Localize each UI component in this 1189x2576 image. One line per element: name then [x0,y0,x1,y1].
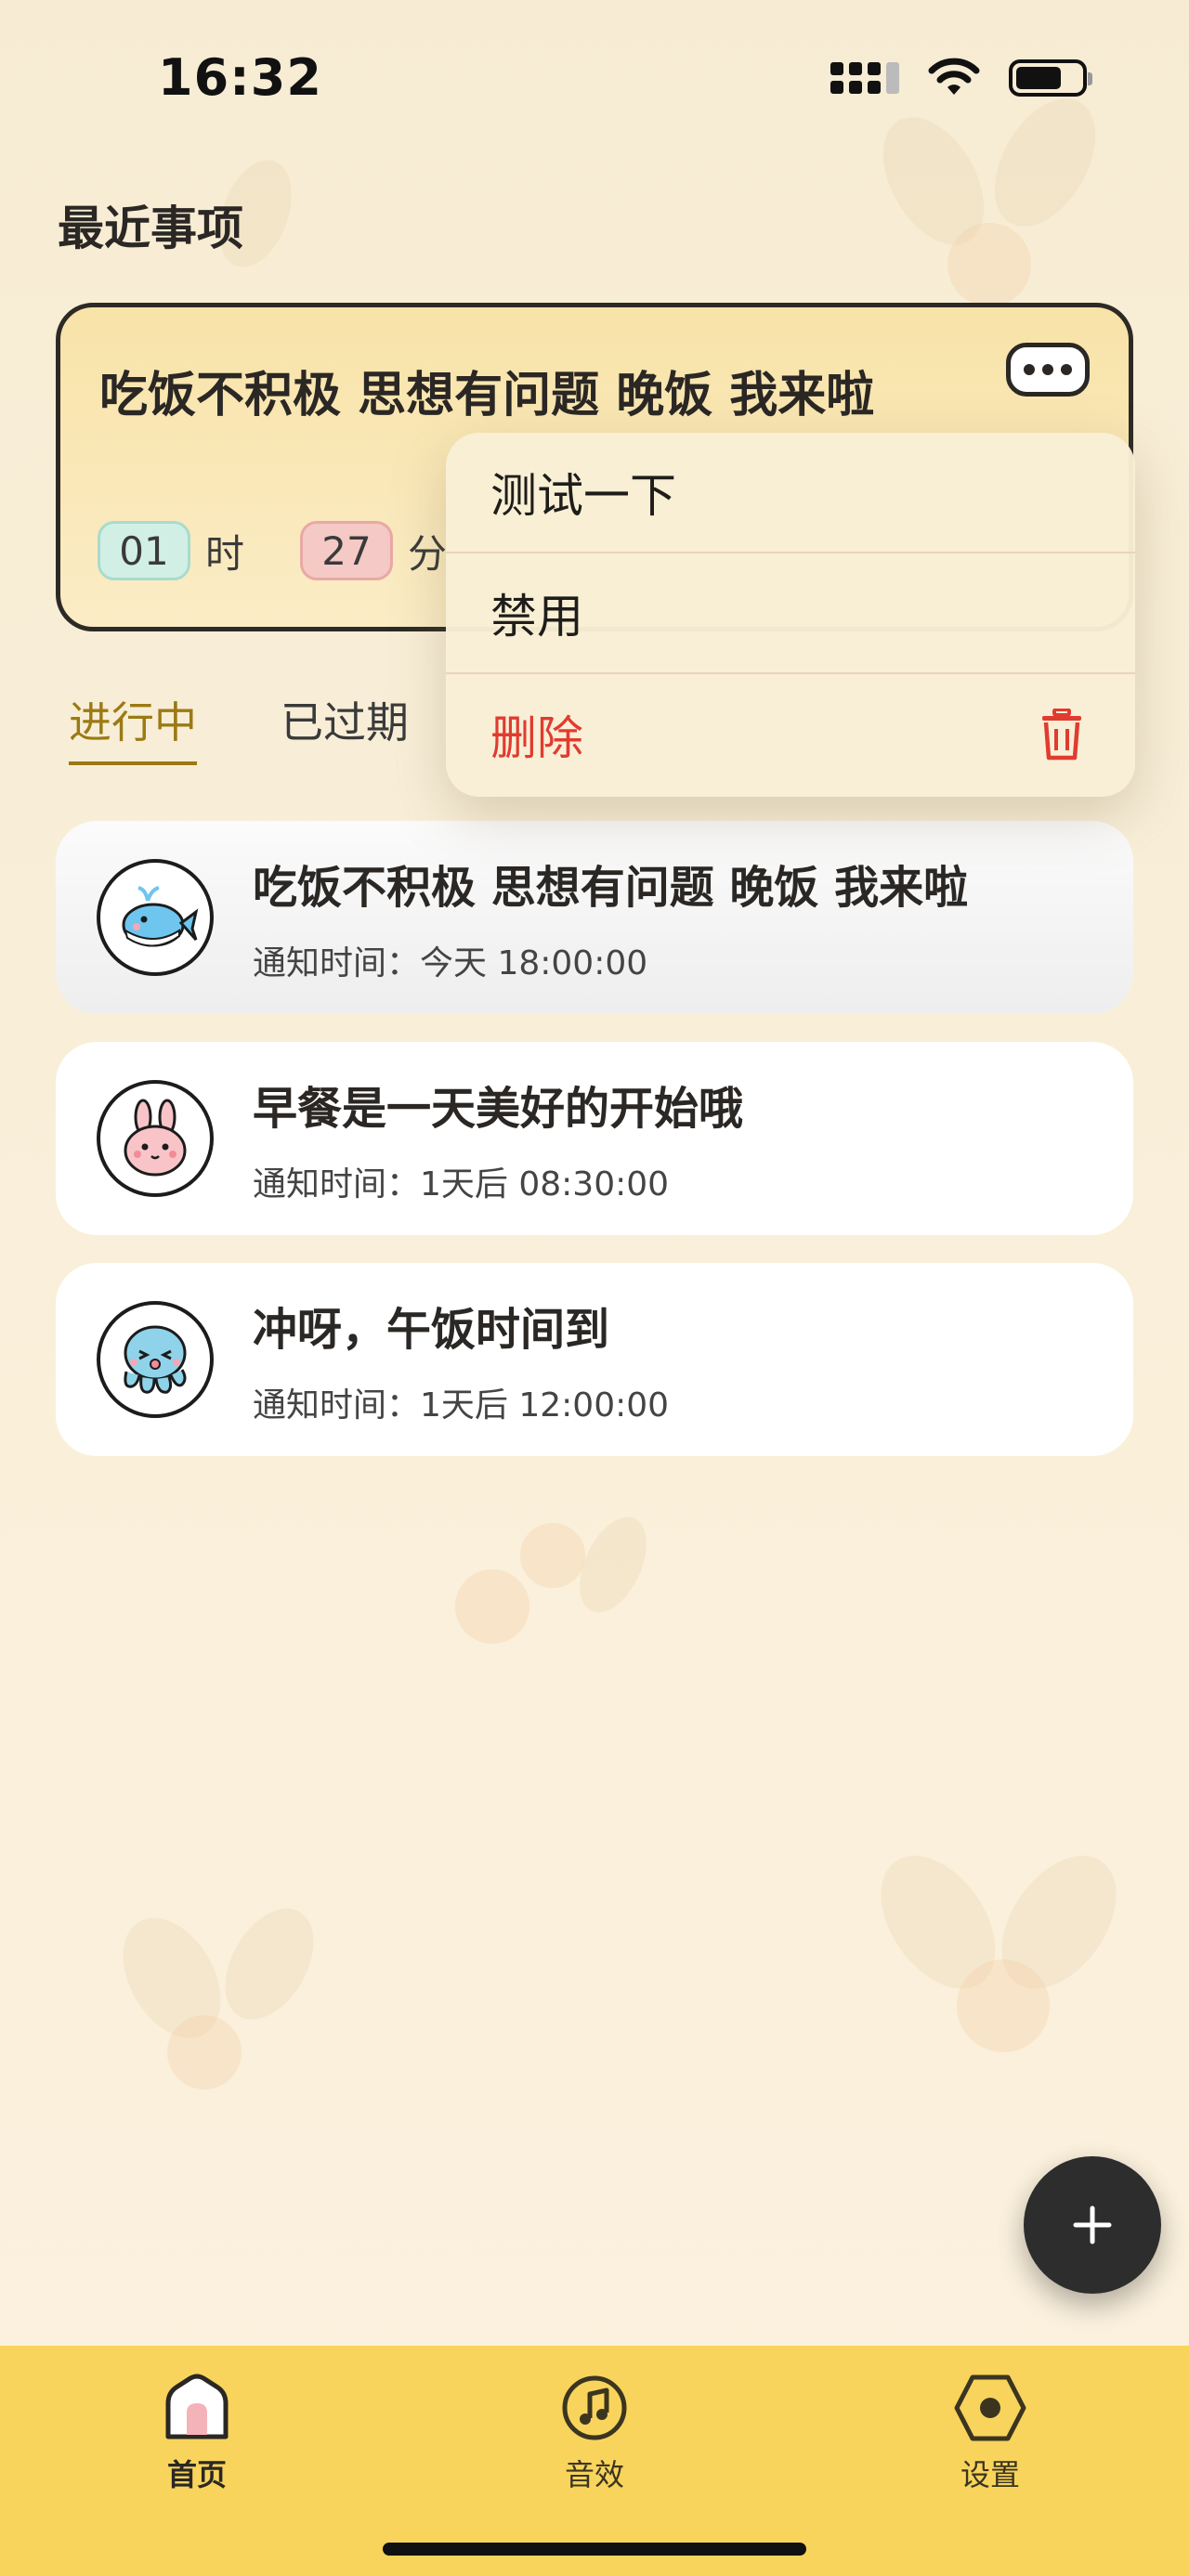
more-icon-dot [1042,364,1053,375]
countdown: 01 时 27 分 [98,521,488,580]
list-item[interactable]: 冲呀，午饭时间到 通知时间：1天后 12:00:00 [56,1263,1133,1456]
status-icons [830,58,1092,98]
avatar [97,1080,214,1197]
hours-unit: 时 [205,530,245,577]
item-notify-time: 通知时间：1天后 08:30:00 [253,1165,670,1203]
minutes-unit: 分 [408,530,448,577]
menu-item-label: 测试一下 [490,469,676,523]
trash-icon [1042,709,1081,761]
tabbar-label: 音效 [564,2457,624,2492]
tabbar-item-sound[interactable]: 音效 [502,2374,687,2494]
plus-icon [1073,2205,1112,2244]
page-title: 最近事项 [58,202,243,255]
more-icon-dot [1061,364,1072,375]
bunny-icon [124,1099,187,1177]
tab-expired[interactable]: 已过期 [281,689,409,765]
cellular-signal-icon [830,62,899,94]
menu-item-delete[interactable]: 删除 [446,674,1135,795]
home-indicator [383,2543,806,2556]
status-tabs: 进行中 已过期 [69,689,409,765]
menu-item-test[interactable]: 测试一下 [446,433,1135,553]
minutes-chip: 27 [300,521,394,580]
add-button[interactable] [1024,2156,1161,2294]
list-item[interactable]: 早餐是一天美好的开始哦 通知时间：1天后 08:30:00 [56,1042,1133,1235]
menu-item-label: 禁用 [490,590,583,644]
avatar [97,859,214,976]
list-item[interactable]: 吃饭不积极 思想有问题 晚饭 我来啦 通知时间：今天 18:00:00 [56,821,1133,1014]
tab-in-progress[interactable]: 进行中 [69,689,197,765]
status-bar: 16:32 [0,0,1189,158]
item-notify-time: 通知时间：今天 18:00:00 [253,944,648,982]
recent-title: 吃饭不积极 思想有问题 晚饭 我来啦 [99,368,875,423]
more-button[interactable] [1006,343,1090,397]
music-icon [562,2375,627,2440]
menu-item-disable[interactable]: 禁用 [446,553,1135,674]
bottom-tab-bar: 首页 音效 设置 [0,2346,1189,2576]
tabbar-label: 设置 [960,2457,1020,2492]
item-title: 早餐是一天美好的开始哦 [253,1083,744,1135]
settings-hex-icon [954,2374,1026,2441]
more-icon-dot [1024,364,1035,375]
avatar [97,1301,214,1418]
hours-chip: 01 [98,521,190,580]
context-menu: 测试一下 禁用 删除 [446,433,1135,797]
battery-icon [1009,59,1092,97]
wifi-icon [928,58,980,95]
item-title: 吃饭不积极 思想有问题 晚饭 我来啦 [253,862,969,914]
whale-icon [122,886,199,947]
menu-item-label: 删除 [490,711,583,765]
octopus-icon [124,1325,187,1394]
home-icon [165,2374,229,2439]
status-time: 16:32 [158,48,322,107]
tabbar-label: 首页 [166,2457,227,2492]
item-title: 冲呀，午饭时间到 [253,1304,610,1356]
tabbar-item-home[interactable]: 首页 [104,2374,290,2494]
item-notify-time: 通知时间：1天后 12:00:00 [253,1386,670,1425]
tabbar-item-settings[interactable]: 设置 [897,2374,1083,2494]
